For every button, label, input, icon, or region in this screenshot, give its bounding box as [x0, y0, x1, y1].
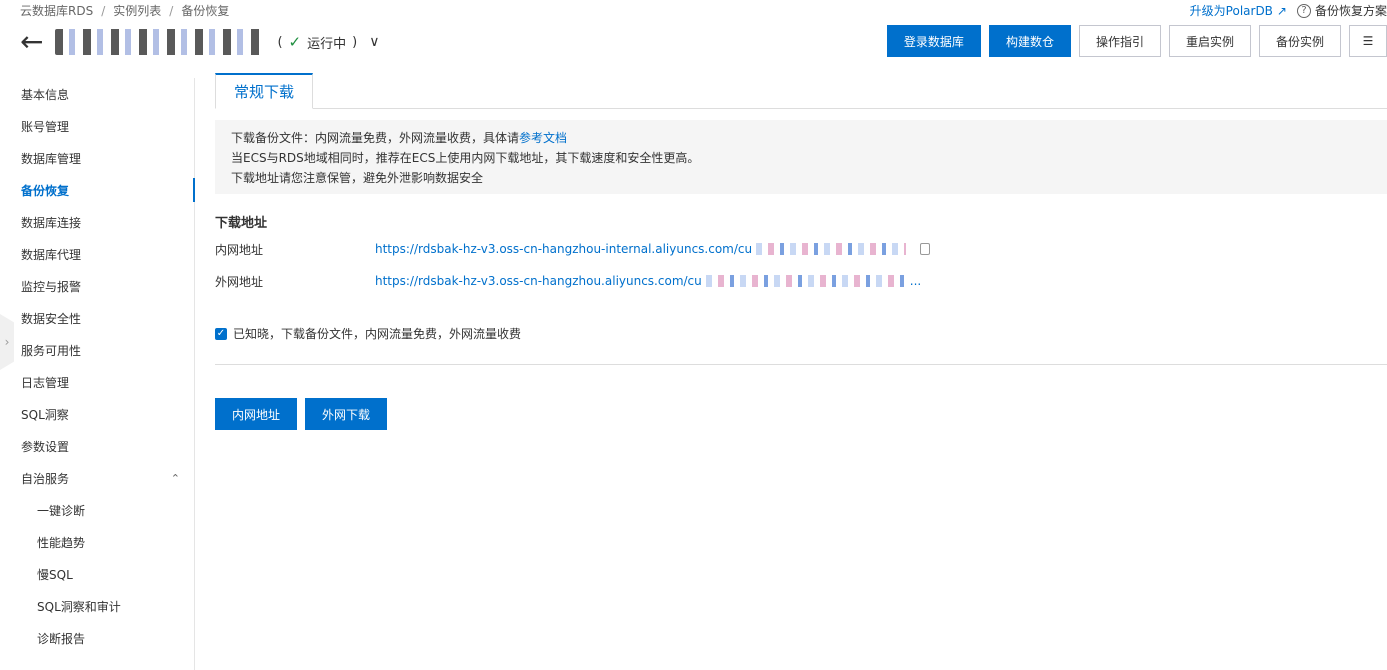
- notice-line-3: 下载地址请您注意保管，避免外泄影响数据安全: [231, 171, 484, 185]
- sidebar: 基本信息 账号管理 数据库管理 备份恢复 数据库连接 数据库代理 监控与报警 数…: [0, 78, 195, 670]
- backup-restore-plan-label: 备份恢复方案: [1314, 4, 1387, 18]
- acknowledge-checkbox[interactable]: ✓: [215, 327, 227, 340]
- external-address-link[interactable]: https://rdsbak-hz-v3.oss-cn-hangzhou.ali…: [375, 274, 921, 288]
- external-address-row: 外网地址 https://rdsbak-hz-v3.oss-cn-hangzho…: [215, 267, 1387, 295]
- check-icon: ✓: [288, 33, 302, 51]
- sidebar-item-autonomy[interactable]: 自治服务 ⌃: [0, 462, 194, 494]
- external-link-icon: ↗: [1276, 3, 1287, 18]
- sidebar-item-db-proxy[interactable]: 数据库代理: [0, 238, 194, 270]
- sidebar-item-databases[interactable]: 数据库管理: [0, 142, 194, 174]
- backup-restore-plan-link[interactable]: ? 备份恢复方案: [1296, 2, 1387, 19]
- sidebar-item-sql-insight[interactable]: SQL洞察: [0, 398, 194, 430]
- build-warehouse-button[interactable]: 构建数仓: [988, 25, 1071, 57]
- breadcrumb: 云数据库RDS / 实例列表 / 备份恢复: [20, 2, 229, 19]
- sidebar-item-basic-info[interactable]: 基本信息: [0, 78, 194, 110]
- breadcrumb-separator: /: [101, 3, 106, 18]
- sidebar-item-db-connection[interactable]: 数据库连接: [0, 206, 194, 238]
- sidebar-item-accounts[interactable]: 账号管理: [0, 110, 194, 142]
- internal-address-link[interactable]: https://rdsbak-hz-v3.oss-cn-hangzhou-int…: [375, 242, 931, 256]
- upgrade-polardb-link[interactable]: 升级为PolarDB ↗: [1190, 2, 1287, 19]
- download-notice: 下载备份文件：内网流量免费，外网流量收费，具体请参考文档 当ECS与RDS地域相…: [215, 120, 1387, 194]
- restart-instance-button[interactable]: 重启实例: [1168, 25, 1251, 57]
- operation-guide-button[interactable]: 操作指引: [1078, 25, 1161, 57]
- status-text: 运行中: [307, 36, 347, 52]
- sidebar-item-logs[interactable]: 日志管理: [0, 366, 194, 398]
- instance-title-row: ← ( ✓ 运行中 ) ∨: [20, 26, 379, 58]
- chevron-right-icon: ›: [4, 335, 10, 349]
- backup-instance-button[interactable]: 备份实例: [1258, 25, 1341, 57]
- sidebar-subitem-report[interactable]: 诊断报告: [0, 622, 194, 654]
- status-paren-open: (: [277, 34, 283, 50]
- internal-address-url: https://rdsbak-hz-v3.oss-cn-hangzhou-int…: [375, 242, 753, 256]
- masked-url-segment: [756, 243, 907, 255]
- sidebar-item-data-security[interactable]: 数据安全性: [0, 302, 194, 334]
- upgrade-polardb-label: 升级为PolarDB: [1189, 4, 1273, 18]
- copy-icon[interactable]: [920, 243, 931, 255]
- header-actions: 登录数据库 构建数仓 操作指引 重启实例 备份实例 ☰: [886, 25, 1387, 57]
- acknowledge-checkbox-row[interactable]: ✓ 已知晓，下载备份文件，内网流量免费，外网流量收费: [215, 325, 1387, 342]
- section-title-download-address: 下载地址: [215, 216, 268, 231]
- notice-line-1: 下载备份文件：内网流量免费，外网流量收费，具体请参考文档: [231, 128, 1371, 148]
- tab-bar: 常规下载: [215, 72, 1387, 109]
- notice-line-1-text: 下载备份文件：内网流量免费，外网流量收费，具体请: [231, 131, 520, 145]
- masked-url-segment: [705, 275, 906, 287]
- external-address-label: 外网地址: [215, 274, 264, 289]
- sidebar-item-availability[interactable]: 服务可用性: [0, 334, 194, 366]
- instance-status: ( ✓ 运行中 ) ∨: [277, 33, 379, 52]
- sidebar-subitem-performance[interactable]: 性能趋势: [0, 526, 194, 558]
- download-actions: 内网地址 外网下载: [215, 398, 1387, 430]
- main-content: 常规下载 下载备份文件：内网流量免费，外网流量收费，具体请参考文档 当ECS与R…: [215, 72, 1387, 430]
- login-database-button[interactable]: 登录数据库: [886, 25, 981, 57]
- sidebar-item-parameters[interactable]: 参数设置: [0, 430, 194, 462]
- instance-name-masked: [55, 29, 266, 55]
- help-icon: ?: [1296, 3, 1311, 18]
- internal-address-row: 内网地址 https://rdsbak-hz-v3.oss-cn-hangzho…: [215, 235, 1387, 263]
- back-arrow-icon[interactable]: ←: [20, 28, 43, 56]
- breadcrumb-rds[interactable]: 云数据库RDS: [20, 2, 93, 19]
- chevron-up-icon: ⌃: [170, 471, 180, 485]
- internal-address-label: 内网地址: [215, 242, 264, 257]
- breadcrumb-instance-list[interactable]: 实例列表: [113, 2, 161, 19]
- chevron-down-icon[interactable]: ∨: [369, 34, 379, 50]
- reference-doc-link[interactable]: 参考文档: [519, 131, 567, 145]
- top-links: 升级为PolarDB ↗ ? 备份恢复方案: [1190, 2, 1387, 19]
- more-menu-button[interactable]: ☰: [1349, 25, 1387, 57]
- sidebar-subitem-diagnosis[interactable]: 一键诊断: [0, 494, 194, 526]
- external-download-button[interactable]: 外网下载: [305, 398, 387, 430]
- external-address-url: https://rdsbak-hz-v3.oss-cn-hangzhou.ali…: [375, 274, 702, 288]
- acknowledge-label: 已知晓，下载备份文件，内网流量免费，外网流量收费: [233, 327, 522, 341]
- divider: [215, 364, 1387, 365]
- sidebar-subitem-sql-audit[interactable]: SQL洞察和审计: [0, 590, 194, 622]
- notice-line-2: 当ECS与RDS地域相同时，推荐在ECS上使用内网下载地址，其下载速度和安全性更…: [231, 151, 700, 165]
- sidebar-item-monitoring[interactable]: 监控与报警: [0, 270, 194, 302]
- menu-icon: ☰: [1362, 34, 1374, 48]
- breadcrumb-separator: /: [169, 3, 174, 18]
- url-ellipsis: ...: [909, 274, 922, 288]
- status-paren-close: ): [352, 34, 358, 50]
- sidebar-item-backup-restore[interactable]: 备份恢复: [0, 174, 195, 206]
- internal-address-button[interactable]: 内网地址: [215, 398, 297, 430]
- breadcrumb-backup-restore: 备份恢复: [181, 4, 230, 18]
- sidebar-collapse-handle[interactable]: ›: [0, 314, 14, 370]
- sidebar-item-label: 自治服务: [21, 471, 70, 486]
- sidebar-subitem-slow-sql[interactable]: 慢SQL: [0, 558, 194, 590]
- tab-regular-download[interactable]: 常规下载: [215, 73, 313, 109]
